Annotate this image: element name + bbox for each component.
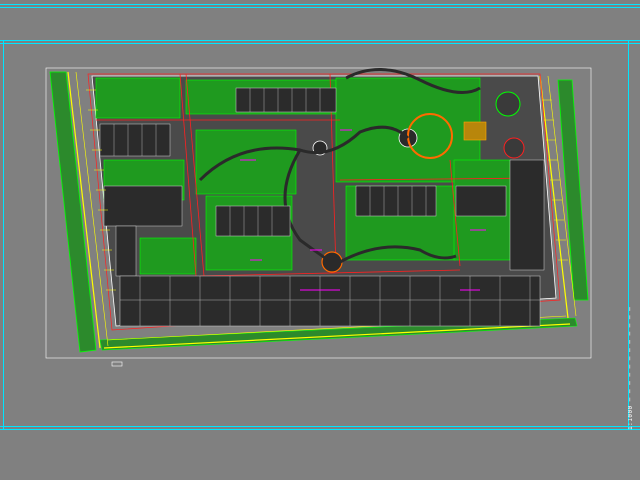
site-plan-drawing[interactable] xyxy=(0,0,640,480)
road-outer-bottom xyxy=(103,323,571,349)
scale-marker xyxy=(111,361,123,367)
